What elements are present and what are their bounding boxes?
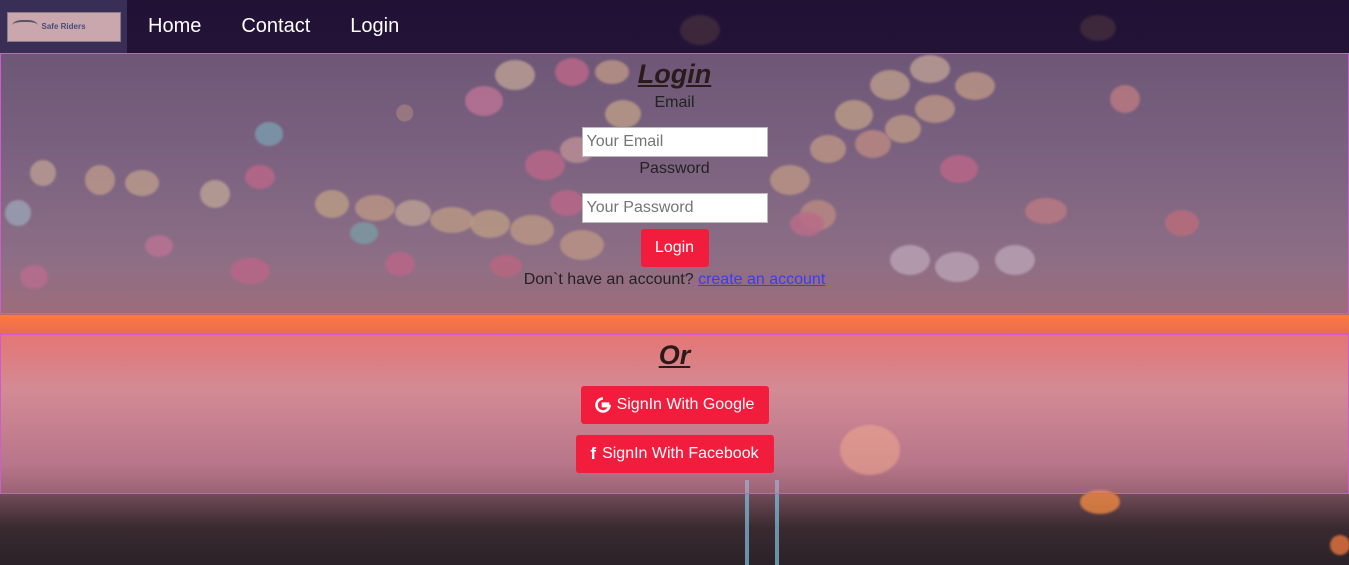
- facebook-signin-button[interactable]: f SignIn With Facebook: [575, 435, 774, 473]
- create-account-link[interactable]: create an account: [698, 271, 825, 288]
- google-signin-label: SignIn With Google: [616, 396, 755, 413]
- logo-mark-icon: [11, 19, 38, 34]
- facebook-signin-label: SignIn With Facebook: [602, 445, 759, 462]
- email-input[interactable]: [581, 127, 768, 157]
- signup-prompt: Don`t have an account?: [523, 271, 694, 288]
- google-icon: [594, 397, 611, 413]
- google-signin-button[interactable]: SignIn With Google: [580, 386, 769, 424]
- login-panel: Login Email Password Login Don`t have an…: [0, 53, 1349, 314]
- social-login-panel: Or SignIn With Google f SignIn With Face…: [0, 334, 1349, 494]
- nav-home-link[interactable]: Home: [148, 15, 201, 38]
- logo-text: Safe Riders: [41, 22, 86, 31]
- facebook-icon: f: [590, 444, 597, 463]
- top-navbar: Safe Riders Home Contact Login: [0, 0, 1349, 53]
- logo-link[interactable]: Safe Riders: [0, 0, 127, 53]
- login-title: Login: [637, 59, 712, 89]
- password-label: Password: [639, 160, 710, 177]
- safe-riders-logo: Safe Riders: [6, 11, 121, 42]
- or-title: Or: [658, 340, 691, 370]
- bokeh-light: [1330, 535, 1349, 555]
- nav-login-link[interactable]: Login: [350, 15, 399, 38]
- nav-contact-link[interactable]: Contact: [241, 15, 310, 38]
- password-input[interactable]: [581, 193, 768, 223]
- email-label: Email: [654, 94, 695, 111]
- signup-line: Don`t have an account? create an account: [1, 271, 1348, 289]
- login-submit-button[interactable]: Login: [640, 229, 709, 267]
